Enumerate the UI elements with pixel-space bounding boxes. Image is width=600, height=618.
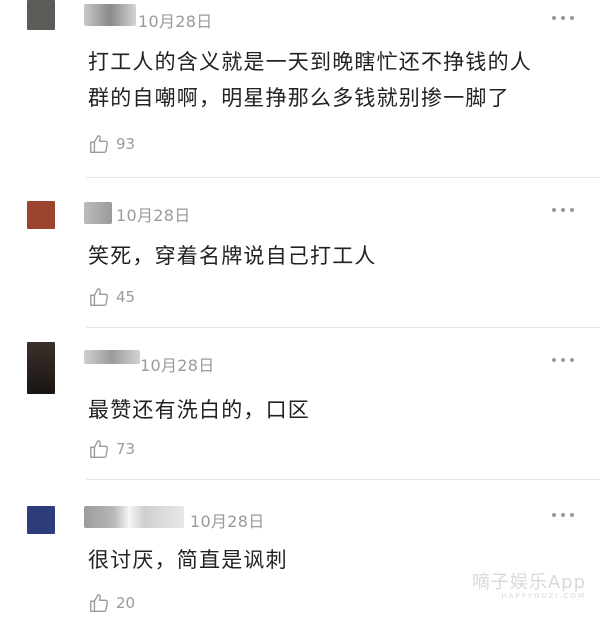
comment-date: 10月28日 <box>116 206 191 225</box>
username-blurred[interactable] <box>84 202 112 224</box>
like-count: 93 <box>116 135 136 153</box>
comment-text-line: 群的自嘲啊，明星挣那么多钱就别掺一脚了 <box>88 86 510 110</box>
comment-text: 最赞还有洗白的，口区 <box>88 392 580 428</box>
watermark-sub: HAPPYGUZI.COM <box>501 592 586 600</box>
like-button[interactable]: 45 <box>88 286 135 308</box>
username-blurred[interactable] <box>84 350 140 364</box>
avatar[interactable] <box>27 0 55 30</box>
avatar[interactable] <box>27 506 55 534</box>
comment-text: 笑死，穿着名牌说自己打工人 <box>88 238 580 274</box>
thumbs-up-icon <box>88 286 110 308</box>
like-count: 45 <box>116 288 136 306</box>
more-dots-icon[interactable] <box>552 207 574 213</box>
comment-date: 10月28日 <box>138 12 213 31</box>
comment-date: 10月28日 <box>140 356 215 375</box>
comment-item: 10月28日 笑死，穿着名牌说自己打工人 45 <box>0 178 600 328</box>
like-button[interactable]: 73 <box>88 438 135 460</box>
watermark-main: 嘀子娱乐App <box>471 572 586 593</box>
comment-text-line: 打工人的含义就是一天到晚瞎忙还不挣钱的人 <box>88 50 532 74</box>
comment-date: 10月28日 <box>190 512 265 531</box>
comment-text-line: 最赞还有洗白的，口区 <box>88 398 310 422</box>
comment-item: 10月28日 打工人的含义就是一天到晚瞎忙还不挣钱的人 群的自嘲啊，明星挣那么多… <box>0 0 600 178</box>
more-dots-icon[interactable] <box>552 357 574 363</box>
comment-feed: 10月28日 打工人的含义就是一天到晚瞎忙还不挣钱的人 群的自嘲啊，明星挣那么多… <box>0 0 600 618</box>
comment-text-line: 笑死，穿着名牌说自己打工人 <box>88 244 377 268</box>
like-count: 20 <box>116 594 136 612</box>
more-dots-icon[interactable] <box>552 512 574 518</box>
username-blurred[interactable] <box>84 506 184 528</box>
username-blurred[interactable] <box>84 4 136 26</box>
thumbs-up-icon <box>88 133 110 155</box>
thumbs-up-icon <box>88 438 110 460</box>
comment-item: 10月28日 最赞还有洗白的，口区 73 <box>0 328 600 480</box>
comment-text: 打工人的含义就是一天到晚瞎忙还不挣钱的人 群的自嘲啊，明星挣那么多钱就别掺一脚了 <box>88 44 580 116</box>
thumbs-up-icon <box>88 592 110 614</box>
like-count: 73 <box>116 440 136 458</box>
like-button[interactable]: 93 <box>88 133 135 155</box>
avatar[interactable] <box>27 201 55 229</box>
like-button[interactable]: 20 <box>88 592 135 614</box>
watermark-logo: 嘀子娱乐App HAPPYGUZI.COM <box>472 568 586 600</box>
more-dots-icon[interactable] <box>552 15 574 21</box>
avatar[interactable] <box>27 342 55 394</box>
